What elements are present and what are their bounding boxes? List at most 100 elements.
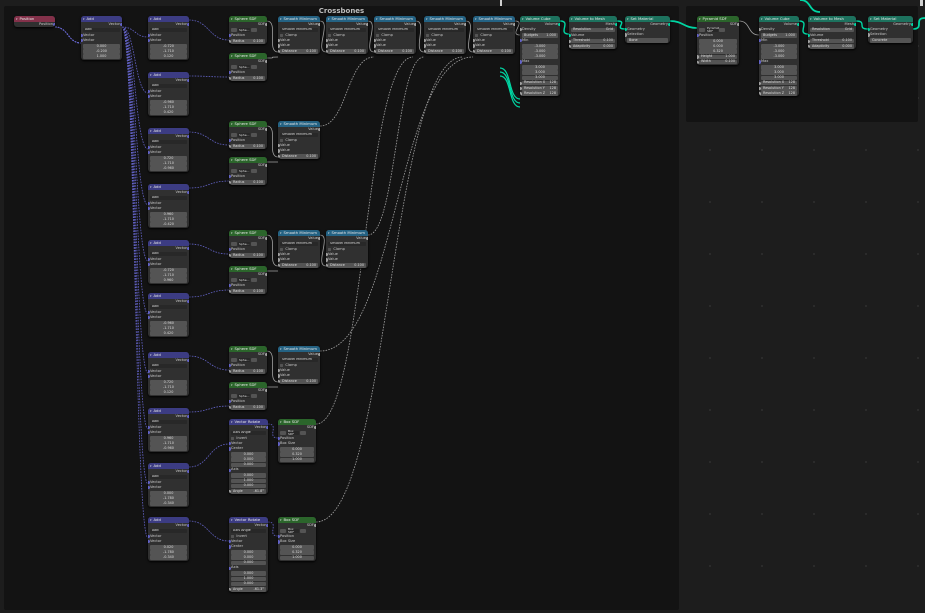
collapse-chevron-icon[interactable]: ▾ [280, 518, 282, 522]
operation-dropdown[interactable]: Add [150, 251, 187, 257]
socket-dot-icon[interactable] [374, 50, 376, 54]
labeled-field[interactable]: Radius 0.100 [229, 405, 265, 410]
node-sphere-sdf-1[interactable]: ▾ Sphere SDF SDF Sphe... Position Radius 0.100 [229, 16, 267, 45]
labeled-field[interactable]: Distance 0.100 [278, 154, 318, 159]
collapse-chevron-icon[interactable]: ▾ [150, 294, 152, 298]
node-add-8[interactable]: ▾ Add Vector Add Vector Vector 0.960 -1.710 -0.9… [148, 408, 189, 452]
collapse-chevron-icon[interactable]: ▾ [231, 54, 233, 58]
labeled-field[interactable]: Threshold 0.100 [808, 38, 854, 44]
value-field[interactable]: -0.340 [150, 501, 187, 506]
labeled-field[interactable]: Radius 0.100 [229, 76, 265, 81]
socket-dot-icon[interactable] [473, 50, 475, 54]
labeled-field[interactable]: Width 0.100 [697, 59, 737, 65]
socket-dot-icon[interactable] [697, 55, 699, 59]
node-volume-cube-2[interactable]: ▾ Volume Cube Volume Density Budgets 1.000 Min… [759, 16, 799, 97]
socket-dot-icon[interactable] [520, 60, 522, 64]
value-field[interactable]: -3.000 [761, 54, 797, 59]
labeled-field[interactable]: Distance 0.100 [278, 379, 318, 384]
collapse-chevron-icon[interactable]: ▾ [522, 17, 524, 21]
socket-dot-icon[interactable] [265, 22, 267, 27]
resolution-mode[interactable]: Resolution Grid [810, 27, 854, 33]
socket-dot-icon[interactable] [265, 272, 267, 277]
smooth-mode-dropdown[interactable]: Smooth Minimum [328, 27, 366, 33]
node-vector-rotate-1[interactable]: ▾ Vector Rotate Vector Axis Angle Invert Vect… [229, 419, 268, 495]
socket-dot-icon[interactable] [625, 33, 627, 37]
node-smooth-min-1[interactable]: ▾ Smooth Minimum Value Smooth Minimum Clamp V… [278, 16, 320, 55]
socket-dot-icon[interactable] [759, 60, 761, 64]
labeled-field[interactable]: Resolution X 128 [520, 81, 558, 86]
sdf-mode-dropdown[interactable]: Sphe... [238, 168, 250, 174]
socket-dot-icon[interactable] [266, 523, 268, 528]
collapse-chevron-icon[interactable]: ▾ [150, 17, 152, 21]
socket-dot-icon[interactable] [668, 22, 670, 27]
socket-dot-icon[interactable] [520, 92, 522, 96]
operation-dropdown[interactable]: Add [150, 139, 187, 145]
value-field[interactable]: -0.960 [150, 320, 187, 326]
frame-crossbones[interactable]: Crossbones [4, 6, 679, 610]
value-field[interactable]: 0.000 [231, 483, 266, 489]
socket-dot-icon[interactable] [520, 86, 522, 91]
operation-dropdown[interactable]: Add [150, 363, 187, 369]
sdf-mode-dropdown[interactable]: Box SDF [287, 528, 299, 534]
checkbox[interactable] [376, 33, 380, 38]
socket-dot-icon[interactable] [229, 489, 231, 494]
labeled-field[interactable]: Distance 0.100 [278, 263, 318, 268]
checkbox[interactable] [426, 33, 430, 38]
collapse-chevron-icon[interactable]: ▾ [231, 518, 233, 522]
sdf-type-icon[interactable] [231, 168, 237, 174]
link-icon[interactable] [251, 168, 257, 174]
value-field[interactable]: -0.420 [150, 222, 187, 227]
socket-dot-icon[interactable] [120, 22, 122, 27]
node-sphere-sdf-2[interactable]: ▾ Sphere SDF SDF Sphe... Position Radius 0.100 [229, 53, 267, 82]
socket-dot-icon[interactable] [229, 405, 231, 410]
node-add-3[interactable]: ▾ Add Vector Add Vector Vector 0.720 -1.710 -0.9… [148, 128, 189, 172]
socket-dot-icon[interactable] [314, 425, 316, 430]
checkbox[interactable] [328, 33, 332, 38]
checkbox[interactable] [475, 33, 479, 38]
node-add-2[interactable]: ▾ Add Vector Add Vector Vector -0.960 -1.710 0.4… [148, 72, 189, 116]
socket-dot-icon[interactable] [366, 236, 368, 241]
node-add-10[interactable]: ▾ Add Vector Add Vector Vector 0.020 -1.780 -0.3… [148, 517, 189, 561]
sdf-type-icon[interactable] [699, 27, 705, 33]
socket-dot-icon[interactable] [759, 86, 761, 91]
sdf-type-icon[interactable] [231, 27, 237, 33]
labeled-field[interactable]: Budgets 1.000 [522, 33, 558, 38]
scroll-handle-right[interactable] [920, 0, 923, 6]
collapse-chevron-icon[interactable]: ▾ [150, 129, 152, 133]
node-pyramid-sdf[interactable]: ▾ Pyramid SDF SDF Pyramid SDF Position 0.000 0… [697, 16, 739, 65]
node-sphere-sdf-3[interactable]: ▾ Sphere SDF SDF Sphe... Position Radius 0.100 [229, 121, 267, 150]
socket-dot-icon[interactable] [229, 180, 231, 185]
collapse-chevron-icon[interactable]: ▾ [16, 17, 18, 21]
collapse-chevron-icon[interactable]: ▾ [426, 17, 428, 21]
socket-dot-icon[interactable] [229, 587, 231, 592]
socket-dot-icon[interactable] [265, 236, 267, 241]
socket-dot-icon[interactable] [318, 22, 320, 27]
labeled-field[interactable]: Angle -61.3° [229, 587, 266, 592]
socket-dot-icon[interactable] [187, 414, 189, 419]
labeled-field[interactable]: Radius 0.100 [229, 289, 265, 294]
material-selector[interactable]: Concrete [870, 38, 911, 43]
socket-dot-icon[interactable] [326, 258, 328, 262]
collapse-chevron-icon[interactable]: ▾ [376, 17, 378, 21]
node-sphere-sdf-6[interactable]: ▾ Sphere SDF SDF Sphe... Position Radius 0.100 [229, 266, 267, 295]
socket-dot-icon[interactable] [278, 540, 280, 544]
collapse-chevron-icon[interactable]: ▾ [150, 353, 152, 357]
scroll-handle[interactable] [500, 0, 502, 6]
value-field[interactable]: -0.720 [150, 267, 187, 273]
value-field[interactable]: 0.720 [150, 379, 187, 385]
socket-dot-icon[interactable] [187, 190, 189, 195]
operation-dropdown[interactable]: Add [150, 528, 187, 534]
socket-dot-icon[interactable] [265, 127, 267, 132]
collapse-chevron-icon[interactable]: ▾ [810, 17, 812, 21]
socket-dot-icon[interactable] [318, 127, 320, 132]
socket-dot-icon[interactable] [187, 134, 189, 139]
value-field[interactable]: 0.120 [150, 54, 187, 59]
socket-dot-icon[interactable] [53, 22, 55, 27]
smooth-mode-dropdown[interactable]: Smooth Minimum [280, 132, 318, 138]
socket-dot-icon[interactable] [326, 264, 328, 268]
labeled-field[interactable]: Radius 0.100 [229, 253, 265, 258]
sdf-mode-dropdown[interactable]: Sphe... [238, 132, 250, 138]
checkbox[interactable] [280, 33, 284, 38]
labeled-field[interactable]: Distance 0.100 [326, 49, 366, 54]
value-field[interactable]: 0.000 [83, 43, 120, 49]
